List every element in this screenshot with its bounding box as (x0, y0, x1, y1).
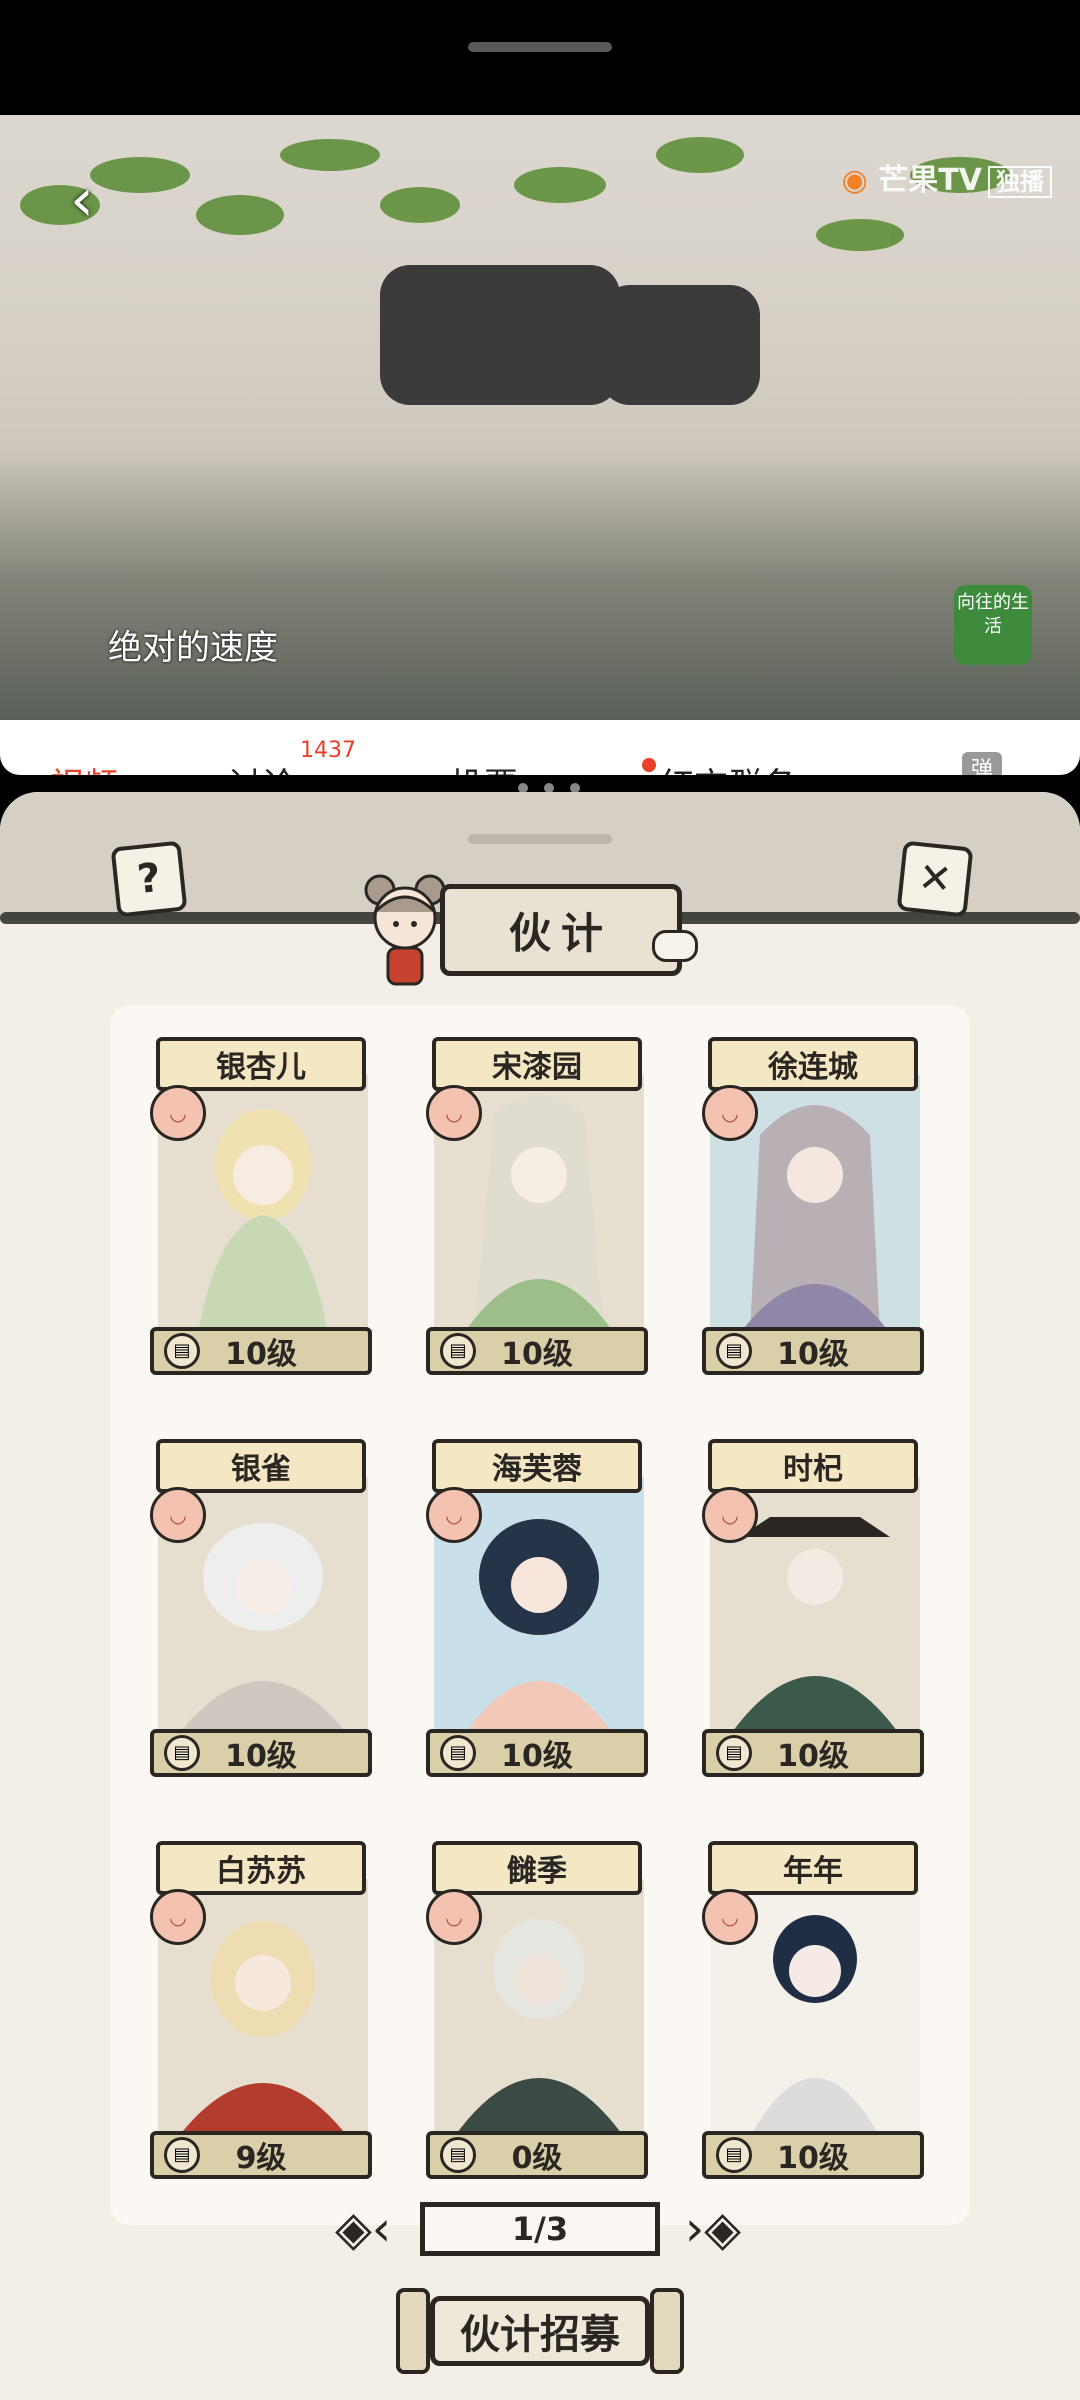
page-counter: 1/3 (420, 2202, 660, 2256)
companion-sheet: ? ✕ 伙计 银杏儿 ◡ 10级 ▤ 宋漆园 ◡ 10级 ▤ 徐连城 ◡ 10级… (0, 792, 1080, 2400)
tab-discuss-count: 1437 (300, 738, 356, 763)
arrow-right-icon: ›◈ (684, 2201, 742, 2257)
level-badge-icon: ▤ (164, 2137, 200, 2173)
notification-dot (642, 758, 656, 772)
video-subtitle: 绝对的速度 (108, 628, 278, 668)
flower-icon (652, 930, 698, 962)
video-tabs: 视频 1437 讨论 投票 红衣群名 弹 (0, 720, 1080, 775)
recruit-label: 伙计招募 (430, 2296, 650, 2366)
arrow-left-icon: ◈‹ (334, 2201, 392, 2257)
level-badge-icon: ▤ (440, 2137, 476, 2173)
mood-face-icon: ◡ (702, 1889, 758, 1945)
companion-name: 雠季 (432, 1841, 642, 1895)
companion-name: 徐连城 (708, 1037, 918, 1091)
companion-name: 白苏苏 (156, 1841, 366, 1895)
lantern-icon (396, 2288, 430, 2374)
show-badge: 向往的生活 (954, 585, 1032, 665)
companion-name: 宋漆园 (432, 1037, 642, 1091)
companion-card[interactable]: 白苏苏 ◡ 9级 ▤ (150, 1831, 380, 2191)
companion-card[interactable]: 海芙蓉 ◡ 10级 ▤ (426, 1429, 656, 1789)
video-player[interactable]: ‹ ◉ 芒果TV 独播 向往的生活 绝对的速度 (0, 115, 1080, 720)
lantern-icon (650, 2288, 684, 2374)
mood-face-icon: ◡ (702, 1487, 758, 1543)
recruit-button[interactable]: 伙计招募 (390, 2282, 690, 2378)
tab-group[interactable]: 红衣群名 (660, 758, 796, 775)
companion-card[interactable]: 宋漆园 ◡ 10级 ▤ (426, 1027, 656, 1387)
level-badge-icon: ▤ (440, 1735, 476, 1771)
mood-face-icon: ◡ (150, 1889, 206, 1945)
mood-face-icon: ◡ (426, 1889, 482, 1945)
level-badge-icon: ▤ (440, 1333, 476, 1369)
level-badge-icon: ▤ (716, 1735, 752, 1771)
companion-card[interactable]: 徐连城 ◡ 10级 ▤ (702, 1027, 932, 1387)
danmaku-toggle[interactable]: 弹 (962, 752, 1002, 775)
prev-page-button[interactable]: ◈‹ (318, 2200, 408, 2258)
companion-name: 银杏儿 (156, 1037, 366, 1091)
companion-name: 时杞 (708, 1439, 918, 1493)
mood-face-icon: ◡ (426, 1487, 482, 1543)
level-badge-icon: ▤ (716, 1333, 752, 1369)
mood-face-icon: ◡ (150, 1085, 206, 1141)
level-badge-icon: ▤ (164, 1333, 200, 1369)
companion-card[interactable]: 银雀 ◡ 10级 ▤ (150, 1429, 380, 1789)
help-icon: ? (135, 854, 163, 904)
sheet-title: 伙计 (440, 884, 682, 976)
level-badge-icon: ▤ (716, 2137, 752, 2173)
close-icon: ✕ (915, 854, 955, 904)
tab-vote[interactable]: 投票 (450, 758, 518, 775)
companion-name: 银雀 (156, 1439, 366, 1493)
mascot-girl-icon (364, 874, 446, 986)
companion-grid: 银杏儿 ◡ 10级 ▤ 宋漆园 ◡ 10级 ▤ 徐连城 ◡ 10级 ▤ 银雀 ◡… (110, 1005, 970, 2225)
next-page-button[interactable]: ›◈ (668, 2200, 758, 2258)
back-icon[interactable]: ‹ (70, 165, 94, 235)
level-badge-icon: ▤ (164, 1735, 200, 1771)
companion-card[interactable]: 时杞 ◡ 10级 ▤ (702, 1429, 932, 1789)
top-drag-handle[interactable] (468, 42, 612, 52)
companion-card[interactable]: 雠季 ◡ 0级 ▤ (426, 1831, 656, 2191)
tab-discuss[interactable]: 讨论 (228, 758, 296, 775)
mood-face-icon: ◡ (426, 1085, 482, 1141)
channel-logo: ◉ 芒果TV 独播 (842, 155, 1052, 199)
companion-card[interactable]: 年年 ◡ 10级 ▤ (702, 1831, 932, 2191)
companion-card[interactable]: 银杏儿 ◡ 10级 ▤ (150, 1027, 380, 1387)
sheet-drag-handle[interactable] (468, 834, 612, 844)
help-button[interactable]: ? (110, 840, 188, 918)
close-button[interactable]: ✕ (896, 840, 974, 918)
companion-name: 海芙蓉 (432, 1439, 642, 1493)
mood-face-icon: ◡ (150, 1487, 206, 1543)
tab-video[interactable]: 视频 (50, 758, 118, 775)
mood-face-icon: ◡ (702, 1085, 758, 1141)
companion-name: 年年 (708, 1841, 918, 1895)
